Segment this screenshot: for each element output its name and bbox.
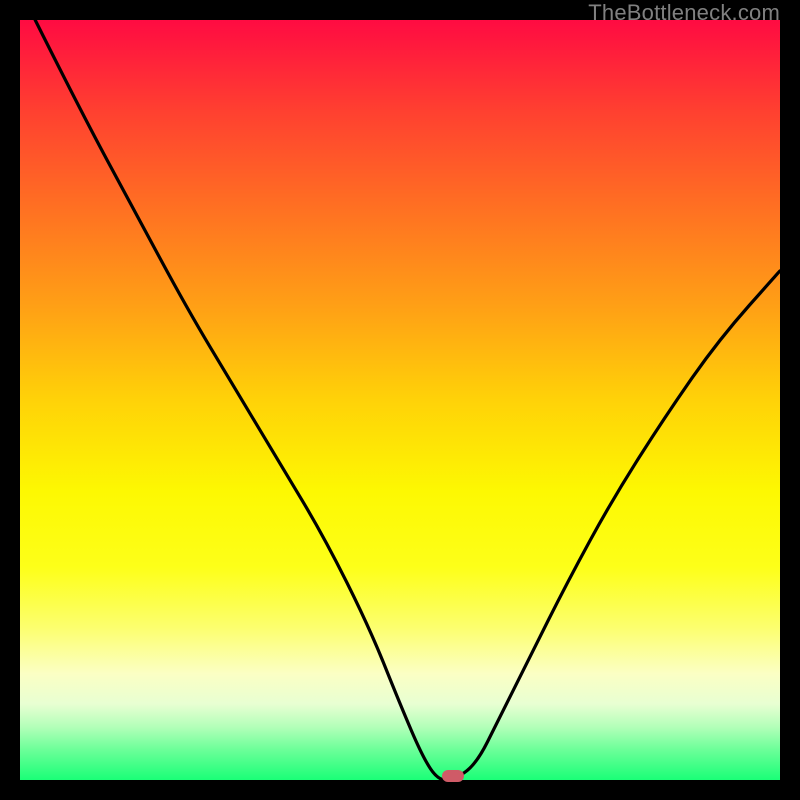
chart-svg xyxy=(20,20,780,780)
watermark-text: TheBottleneck.com xyxy=(588,0,780,26)
bottleneck-curve xyxy=(35,20,780,780)
minimum-marker xyxy=(442,770,464,782)
chart-frame: TheBottleneck.com xyxy=(0,0,800,800)
